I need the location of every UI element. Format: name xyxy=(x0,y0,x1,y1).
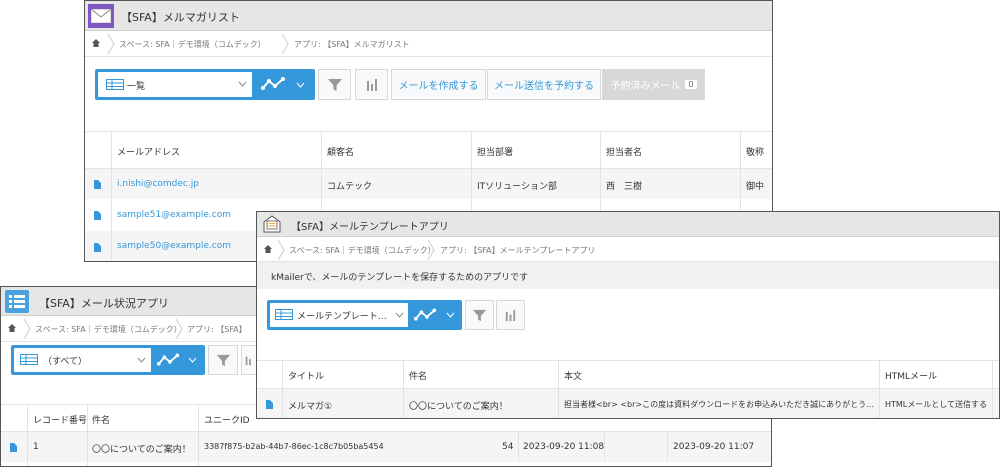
column-header[interactable]: レコード番号 xyxy=(33,413,87,426)
table-cell: コムテック xyxy=(327,182,373,192)
filter-icon xyxy=(327,78,342,91)
title-bar: 【SFA】メールテンプレートアプリ xyxy=(257,212,999,237)
title-bar: 【SFA】メルマガリスト xyxy=(85,1,772,31)
breadcrumb-separator xyxy=(281,33,289,55)
chevron-down-icon xyxy=(395,312,404,318)
scheduled-mail-button[interactable]: 予約済みメール 0 xyxy=(602,69,705,100)
app-description: kMailerで、メールのテンプレートを保存するためのアプリです xyxy=(257,262,999,289)
table-cell: 御中 xyxy=(746,182,765,192)
chevron-down-icon[interactable] xyxy=(296,82,305,88)
bar-chart-icon xyxy=(366,78,377,91)
table-cell: 3387f875-b2ab-44b7-86ec-1c8c7b05ba5454 xyxy=(204,442,384,451)
graph-icon[interactable] xyxy=(157,353,181,367)
document-icon[interactable] xyxy=(266,400,273,409)
table-cell: 〇〇についてのご案内！ xyxy=(92,445,191,455)
document-icon[interactable] xyxy=(94,243,101,252)
breadcrumb-space-link[interactable]: スペース: SFA｜デモ環境（コムデック） xyxy=(119,39,266,50)
breadcrumb: スペース: SFA｜デモ環境（コムデック） アプリ: 【SFA】メルマガリスト xyxy=(85,31,772,57)
table-cell[interactable]: sample51@example.com xyxy=(117,210,231,220)
schedule-mail-button[interactable]: メール送信を予約する xyxy=(487,69,601,100)
table-cell: 2023-09-20 11:07 xyxy=(673,442,755,452)
table-cell: 2023-09-20 11:08 xyxy=(523,442,605,452)
column-header[interactable]: 顧客名 xyxy=(327,145,354,158)
document-icon[interactable] xyxy=(94,180,101,189)
list-icon xyxy=(106,79,124,90)
list-icon xyxy=(5,290,29,313)
view-selector[interactable]: （すべて） xyxy=(11,345,205,375)
page-title: 【SFA】メルマガリスト xyxy=(121,11,240,24)
column-header[interactable]: 担当部署 xyxy=(477,145,513,158)
view-selector[interactable]: 一覧 xyxy=(95,69,315,100)
table-cell: 〇〇についてのご案内！ xyxy=(409,402,508,412)
breadcrumb-separator xyxy=(107,33,115,55)
column-header[interactable]: 件名 xyxy=(92,413,110,426)
graph-button[interactable] xyxy=(355,69,388,100)
breadcrumb-space-link[interactable]: スペース: SFA｜デモ環境（コムデック） xyxy=(289,245,436,256)
column-header[interactable]: HTMLメール xyxy=(885,369,937,382)
graph-button[interactable] xyxy=(496,300,525,330)
bar-chart-icon xyxy=(245,356,251,366)
column-header[interactable]: ユニークID xyxy=(204,413,250,426)
home-icon[interactable] xyxy=(263,244,273,254)
list-icon xyxy=(275,309,293,320)
graph-icon[interactable] xyxy=(414,308,438,322)
document-icon[interactable] xyxy=(10,443,17,452)
view-select-value: メールテンプレート… xyxy=(297,312,387,322)
home-icon[interactable] xyxy=(91,38,101,48)
page-title: 【SFA】メールテンプレートアプリ xyxy=(291,222,449,233)
chevron-down-icon xyxy=(238,81,247,87)
breadcrumb-app-link[interactable]: アプリ: 【SFA】メールテンプレートアプリ xyxy=(440,245,595,256)
breadcrumb-separator xyxy=(23,318,31,340)
record-table: タイトル 件名 本文 HTMLメール メルマガ① 〇〇についてのご案内！ 担当者… xyxy=(257,360,999,418)
chevron-down-icon[interactable] xyxy=(446,312,455,318)
envelope-icon xyxy=(88,4,114,28)
breadcrumb: スペース: SFA｜デモ環境（コムデック） アプリ: 【SFA】メールテンプレー… xyxy=(257,237,999,262)
column-header[interactable]: メールアドレス xyxy=(117,145,180,158)
table-cell: 54 xyxy=(502,442,514,452)
graph-button[interactable] xyxy=(241,345,257,375)
view-selector[interactable]: メールテンプレート… xyxy=(267,300,462,330)
filter-button[interactable] xyxy=(208,345,238,375)
list-icon xyxy=(20,354,38,365)
table-cell: ITソリューション部 xyxy=(477,182,557,192)
table-cell[interactable]: i.nishi@comdec.jp xyxy=(117,179,199,189)
app-description-text: kMailerで、メールのテンプレートを保存するためのアプリです xyxy=(271,273,529,283)
chevron-down-icon xyxy=(137,357,146,363)
breadcrumb-separator xyxy=(277,239,285,261)
template-icon xyxy=(260,213,284,235)
filter-button[interactable] xyxy=(465,300,494,330)
filter-icon xyxy=(216,354,230,366)
breadcrumb-app-link[interactable]: アプリ: 【SFA】 xyxy=(187,324,247,335)
bar-chart-icon xyxy=(505,309,516,321)
column-header[interactable]: 敬称 xyxy=(746,145,764,158)
column-header[interactable]: 件名 xyxy=(409,369,427,382)
chevron-down-icon[interactable] xyxy=(188,357,197,363)
table-cell: 西 三樹 xyxy=(606,182,643,192)
home-icon[interactable] xyxy=(7,323,17,333)
breadcrumb-separator xyxy=(175,318,183,340)
column-header[interactable]: 本文 xyxy=(564,369,582,382)
table-cell[interactable]: sample50@example.com xyxy=(117,241,231,251)
view-select-value: 一覧 xyxy=(127,82,146,92)
document-icon[interactable] xyxy=(94,211,101,220)
breadcrumb-app-link[interactable]: アプリ: 【SFA】メルマガリスト xyxy=(294,39,410,50)
table-cell: 1 xyxy=(33,442,39,452)
table-cell: 担当者様<br> <br>この度は資料ダウンロードをお申込みいただき誠にありがと… xyxy=(564,400,875,409)
mail-template-window: 【SFA】メールテンプレートアプリ スペース: SFA｜デモ環境（コムデック） … xyxy=(256,211,1000,419)
view-select-value: （すべて） xyxy=(43,357,88,367)
column-header[interactable]: 担当者名 xyxy=(606,145,642,158)
scheduled-count-badge: 0 xyxy=(685,80,697,89)
breadcrumb-space-link[interactable]: スペース: SFA｜デモ環境（コムデック） xyxy=(35,324,182,335)
table-cell: HTMLメールとして送信する xyxy=(885,400,988,409)
table-cell: メルマガ① xyxy=(288,402,333,412)
scheduled-mail-label: 予約済みメール xyxy=(610,81,681,92)
page-title: 【SFA】メール状況アプリ xyxy=(39,297,169,310)
filter-icon xyxy=(472,309,487,321)
graph-icon[interactable] xyxy=(261,77,287,91)
breadcrumb-separator xyxy=(427,239,435,261)
create-mail-button[interactable]: メールを作成する xyxy=(391,69,486,100)
filter-button[interactable] xyxy=(318,69,351,100)
column-header[interactable]: タイトル xyxy=(288,369,324,382)
